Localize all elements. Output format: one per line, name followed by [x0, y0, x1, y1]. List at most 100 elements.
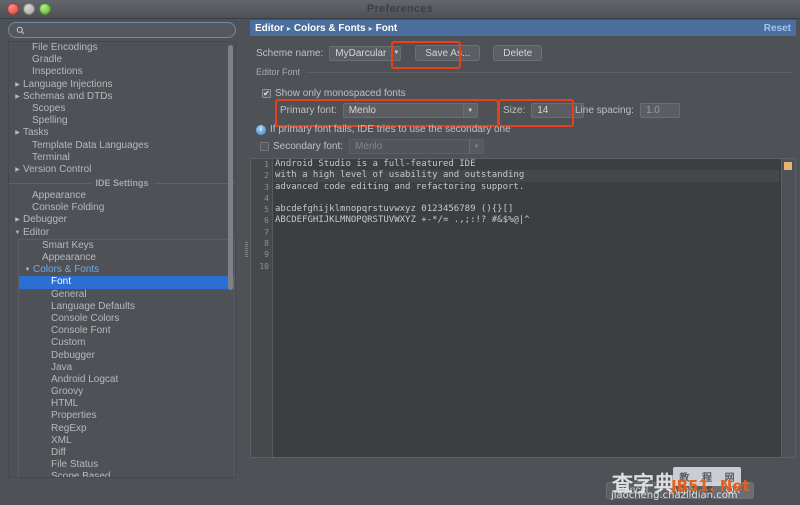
chevron-right-icon[interactable]: ▶: [13, 214, 22, 226]
watermark-url: jiaocheng.chaziidian.com: [611, 490, 738, 501]
chevron-right-icon[interactable]: ▶: [13, 127, 22, 139]
search-field[interactable]: [8, 22, 236, 38]
tree-item[interactable]: Custom: [19, 337, 234, 349]
secondary-font-info-row: i If primary font fails, IDE tries to us…: [256, 124, 511, 135]
tree-item[interactable]: Debugger: [19, 350, 234, 362]
cancel-button[interactable]: Cancel: [606, 482, 660, 499]
tree-item[interactable]: Template Data Languages: [9, 140, 235, 152]
tree-item[interactable]: Inspections: [9, 66, 235, 78]
delete-button[interactable]: Delete: [493, 45, 543, 61]
tree-item[interactable]: General: [19, 289, 234, 301]
tree-item-label: General: [51, 288, 87, 300]
line-number: 3: [264, 182, 269, 192]
window-title: Preferences: [366, 3, 434, 15]
tree-item[interactable]: ▶ Debugger: [9, 214, 235, 226]
tree-item[interactable]: HTML: [19, 398, 234, 410]
chevron-right-icon[interactable]: ▶: [13, 164, 22, 176]
tree-item[interactable]: Console Folding: [9, 202, 235, 214]
tree-item[interactable]: Console Colors: [19, 313, 234, 325]
tree-item-label: Scopes: [32, 102, 66, 114]
tree-item[interactable]: ▼ Editor: [9, 227, 235, 239]
window-titlebar: Preferences: [0, 0, 800, 19]
tree-item[interactable]: ▶ Schemas and DTDs: [9, 91, 235, 103]
breadcrumb-item-1[interactable]: Colors & Fonts: [294, 23, 366, 34]
tree-item[interactable]: Language Defaults: [19, 301, 234, 313]
line-number: 2: [264, 171, 269, 181]
primary-font-dropdown[interactable]: Menlo ▼: [342, 103, 478, 118]
tree-item[interactable]: File Encodings: [9, 42, 235, 54]
tree-section-label: IDE Settings: [95, 178, 149, 189]
preview-scrollbar[interactable]: [781, 159, 795, 457]
tree-item[interactable]: Appearance: [9, 190, 235, 202]
tree-item[interactable]: File Status: [19, 459, 234, 471]
monospaced-checkbox[interactable]: ✔: [262, 89, 271, 98]
tree-item[interactable]: Scopes: [9, 103, 235, 115]
reset-link[interactable]: Reset: [764, 23, 791, 34]
chevron-right-icon[interactable]: ▶: [13, 91, 22, 103]
code-line: advanced code editing and refactoring su…: [275, 181, 525, 192]
size-label: Size:: [503, 105, 526, 116]
line-number: 9: [264, 250, 269, 260]
tree-item[interactable]: Smart Keys: [19, 240, 234, 252]
tree-item-label: Android Logcat: [51, 373, 119, 385]
tree-item-label: File Encodings: [32, 42, 98, 53]
tree-item-label: Scope Based: [51, 471, 111, 477]
tree-item-label: Schemas and DTDs: [23, 90, 113, 102]
chevron-right-icon[interactable]: ▶: [13, 79, 22, 91]
line-spacing-input[interactable]: 1.0: [639, 103, 680, 118]
apply-button[interactable]: Apply: [660, 482, 708, 499]
splitter-grip-icon: [245, 242, 248, 258]
save-as-button[interactable]: Save As...: [415, 45, 481, 61]
chevron-down-icon[interactable]: ▼: [13, 227, 22, 239]
tree-item[interactable]: ▼ Colors & Fonts: [19, 264, 234, 276]
tree-item[interactable]: Gradle: [9, 54, 235, 66]
primary-font-row: Primary font: Menlo ▼: [280, 103, 478, 118]
breadcrumb-item-0[interactable]: Editor: [255, 23, 284, 34]
breadcrumb-item-2[interactable]: Font: [376, 23, 398, 34]
chevron-down-icon[interactable]: ▼: [23, 264, 32, 276]
settings-tree[interactable]: File Encodings Gradle Inspections ▶ Language…: [8, 41, 236, 478]
tree-item[interactable]: Font: [19, 276, 234, 289]
scheme-name-dropdown[interactable]: MyDarcular ▼: [329, 45, 402, 61]
tree-item[interactable]: Groovy: [19, 386, 234, 398]
tree-item[interactable]: XML: [19, 435, 234, 447]
secondary-font-checkbox[interactable]: [260, 142, 269, 151]
tree-item[interactable]: Diff: [19, 447, 234, 459]
line-number: 5: [264, 205, 269, 215]
tree-item[interactable]: Terminal: [9, 152, 235, 164]
chevron-down-icon: ▼: [469, 140, 484, 153]
font-preview-editor[interactable]: 1 2 3 4 5 6 7 8 9 10 Android Studio is a full-fea…: [250, 158, 796, 458]
tree-item[interactable]: Java: [19, 362, 234, 374]
divider-line-left: [9, 182, 91, 184]
tree-item[interactable]: ▶ Language Injections: [9, 79, 235, 91]
tree-item[interactable]: Appearance: [19, 252, 234, 264]
tree-item[interactable]: ▶ Tasks: [9, 127, 235, 139]
tree-item[interactable]: Spelling: [9, 115, 235, 127]
tree-item[interactable]: Properties: [19, 410, 234, 422]
breadcrumb-separator-icon: ▸: [368, 23, 373, 33]
tree-item-label: Font: [51, 276, 72, 288]
editor-font-section-header: Editor Font: [256, 67, 792, 77]
secondary-font-value: Menlo: [355, 141, 383, 152]
tree-item[interactable]: RegExp: [19, 423, 234, 435]
ok-button[interactable]: OK: [712, 482, 754, 499]
code-line: with a high level of usability and outst…: [275, 170, 779, 182]
tree-item[interactable]: Scope Based: [19, 471, 234, 477]
tree-item-label: Diff: [51, 447, 66, 458]
tree-item[interactable]: Console Font: [19, 325, 234, 337]
preview-code-text[interactable]: Android Studio is a full-featured IDE wit…: [275, 159, 779, 272]
secondary-font-dropdown[interactable]: Menlo ▼: [349, 139, 485, 154]
tree-item-label: Language Injections: [23, 78, 113, 90]
tree-group-editor: Smart Keys Appearance ▼ Colors & Fonts Font G…: [18, 238, 235, 477]
tree-item-label: HTML: [51, 398, 79, 410]
scheme-name-label: Scheme name:: [256, 47, 324, 59]
tree-item[interactable]: ▶ Version Control: [9, 164, 235, 176]
tree-item[interactable]: Android Logcat: [19, 374, 234, 386]
search-input[interactable]: [27, 23, 235, 37]
line-number: 10: [259, 261, 269, 271]
sidebar-scrollbar-thumb[interactable]: [228, 45, 233, 290]
monospaced-checkbox-row[interactable]: ✔ Show only monospaced fonts: [262, 88, 406, 99]
secondary-font-row: Secondary font: Menlo ▼: [260, 139, 485, 154]
